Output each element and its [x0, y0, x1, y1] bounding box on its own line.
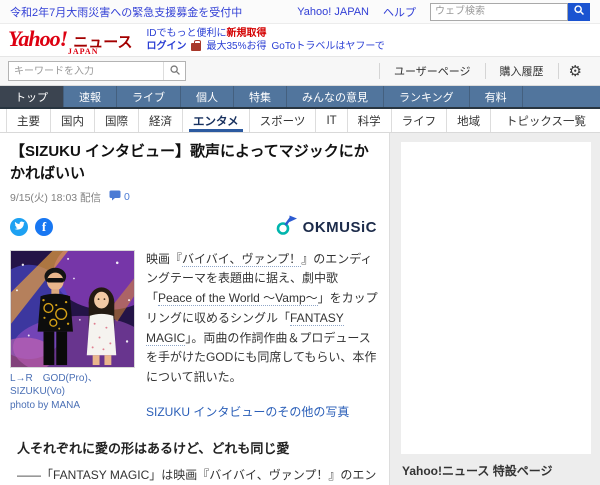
donation-notice-link[interactable]: 令和2年7月大雨災害への緊急支援募金を受付中 [10, 4, 242, 20]
sale-promo-link[interactable]: 最大35%お得 [206, 40, 266, 53]
facebook-icon: f [42, 219, 46, 235]
article-meta: 9/15(火) 18:03 配信 0 [10, 190, 379, 205]
twitter-share-button[interactable] [10, 218, 28, 236]
keyword-search-box [8, 61, 186, 81]
account-links: ユーザーページ 購入履歴 [379, 63, 559, 79]
facebook-share-button[interactable]: f [35, 218, 53, 236]
promo-id-text: IDでもっと便利に [146, 28, 226, 39]
section-heading: 人それぞれに愛の形はあるけど、どれも同じ愛 [17, 438, 379, 457]
nav-tab-ranking[interactable]: ランキング [384, 86, 470, 107]
keyword-link-song1[interactable]: Peace of the World ～Vamp～ [158, 291, 318, 306]
keyword-search-button[interactable] [163, 62, 185, 80]
category-kokunai[interactable]: 国内 [51, 109, 95, 132]
article-title: 【SIZUKU インタビュー】歌声によってマジックにかかればいい [10, 141, 379, 185]
okmusic-logo-icon [275, 213, 299, 242]
nav-tab-kojin[interactable]: 個人 [181, 86, 234, 107]
interview-question-paragraph: ――「FANTASY MAGIC」は映画『バイバイ、ヴァンプ！』のエンディングテ… [17, 465, 379, 485]
signup-link[interactable]: 新規取得 [226, 28, 266, 39]
nav-tab-live[interactable]: ライブ [117, 86, 181, 107]
nav-tab-sokuho[interactable]: 速報 [64, 86, 117, 107]
login-promo-block: IDでもっと便利に新規取得 ログイン 最大35%お得 GoToトラベルはヤフーで [146, 27, 384, 53]
web-search-button[interactable] [568, 3, 590, 21]
category-kokusai[interactable]: 国際 [95, 109, 139, 132]
nav-tab-opinions[interactable]: みんなの意見 [287, 86, 384, 107]
nav-tab-tokushu[interactable]: 特集 [234, 86, 287, 107]
provider-logo[interactable]: OKMUSiC [275, 213, 379, 242]
purchase-history-link[interactable]: 購入履歴 [485, 63, 559, 79]
article-photo[interactable] [10, 250, 135, 368]
yahoo-japan-link[interactable]: Yahoo! JAPAN [297, 6, 369, 18]
twitter-icon [14, 218, 25, 236]
article-figure: L→R GOD(Pro)、SIZUKU(Vo) photo by MANA [10, 250, 137, 422]
yahoo-japan-logo-text: JAPAN [68, 47, 99, 56]
web-search-form [430, 3, 590, 21]
keyword-search-input[interactable] [9, 66, 163, 77]
comment-bubble-icon [109, 190, 121, 204]
article-media-row: L→R GOD(Pro)、SIZUKU(Vo) photo by MANA 映画… [10, 250, 379, 422]
user-page-link[interactable]: ユーザーページ [379, 63, 485, 79]
category-keizai[interactable]: 経済 [139, 109, 183, 132]
body-text: 映画『 [146, 252, 182, 266]
publish-date: 9/15(火) 18:03 配信 [10, 190, 101, 205]
provider-name: OKMUSiC [303, 219, 377, 236]
article-column: 【SIZUKU インタビュー】歌声によってマジックにかかればいい 9/15(火)… [0, 133, 390, 485]
keyword-search-row: ユーザーページ 購入履歴 ⚙ [0, 56, 600, 86]
help-link[interactable]: ヘルプ [383, 4, 416, 20]
main-navigation: トップ 速報 ライブ 個人 特集 みんなの意見 ランキング 有料 [0, 86, 600, 109]
nav-tab-top[interactable]: トップ [0, 86, 64, 107]
photo-caption-line1: L→R GOD(Pro)、SIZUKU(Vo) [10, 372, 137, 399]
special-page-label[interactable]: Yahoo!ニュース 特設ページ [390, 462, 600, 479]
nav-tab-paid[interactable]: 有料 [470, 86, 523, 107]
keyword-link-movie[interactable]: バイバイ、ヴァンプ！ [182, 252, 301, 267]
category-it[interactable]: IT [316, 109, 347, 132]
top-utility-bar: 令和2年7月大雨災害への緊急支援募金を受付中 Yahoo! JAPAN ヘルプ [0, 0, 600, 24]
category-entame[interactable]: エンタメ [183, 109, 250, 132]
category-chiiki[interactable]: 地域 [447, 109, 491, 132]
share-row: f OKMUSiC [10, 213, 379, 242]
goto-travel-link[interactable]: GoToトラベルはヤフーで [272, 40, 385, 53]
search-icon [573, 4, 585, 19]
yahoo-news-logo[interactable]: Yahoo! JAPAN ニュース [8, 28, 132, 52]
content-area: 【SIZUKU インタビュー】歌声によってマジックにかかればいい 9/15(火)… [0, 133, 600, 485]
category-life[interactable]: ライフ [392, 109, 448, 132]
gear-icon[interactable]: ⚙ [559, 62, 592, 80]
category-kagaku[interactable]: 科学 [348, 109, 392, 132]
photo-caption[interactable]: L→R GOD(Pro)、SIZUKU(Vo) photo by MANA [10, 372, 137, 413]
ad-placeholder[interactable] [401, 142, 591, 454]
category-sports[interactable]: スポーツ [250, 109, 317, 132]
photo-person-sizuku [87, 287, 116, 365]
comment-count-link[interactable]: 0 [109, 190, 130, 204]
search-icon [169, 64, 181, 79]
site-header: Yahoo! JAPAN ニュース IDでもっと便利に新規取得 ログイン 最大3… [0, 24, 600, 56]
article-body-column: 映画『バイバイ、ヴァンプ！』のエンディングテーマを表題曲に据え、劇中歌「Peac… [146, 250, 379, 422]
shopping-bag-icon [191, 43, 201, 51]
yahoo-logo-text: Yahoo! [8, 28, 67, 50]
web-search-input[interactable] [430, 3, 568, 21]
category-navigation: 主要 国内 国際 経済 エンタメ スポーツ IT 科学 ライフ 地域 トピックス… [0, 109, 600, 133]
topics-list-link[interactable]: トピックス一覧 [506, 113, 594, 129]
article-lead-paragraph: 映画『バイバイ、ヴァンプ！』のエンディングテーマを表題曲に据え、劇中歌「Peac… [146, 250, 379, 389]
comment-count: 0 [124, 191, 130, 203]
sidebar: Yahoo!ニュース 特設ページ [390, 133, 600, 485]
more-photos-link[interactable]: SIZUKU インタビューのその他の写真 [146, 403, 349, 420]
login-link[interactable]: ログイン [146, 40, 186, 53]
photo-caption-line2: photo by MANA [10, 399, 137, 413]
category-shuyo[interactable]: 主要 [6, 109, 51, 132]
